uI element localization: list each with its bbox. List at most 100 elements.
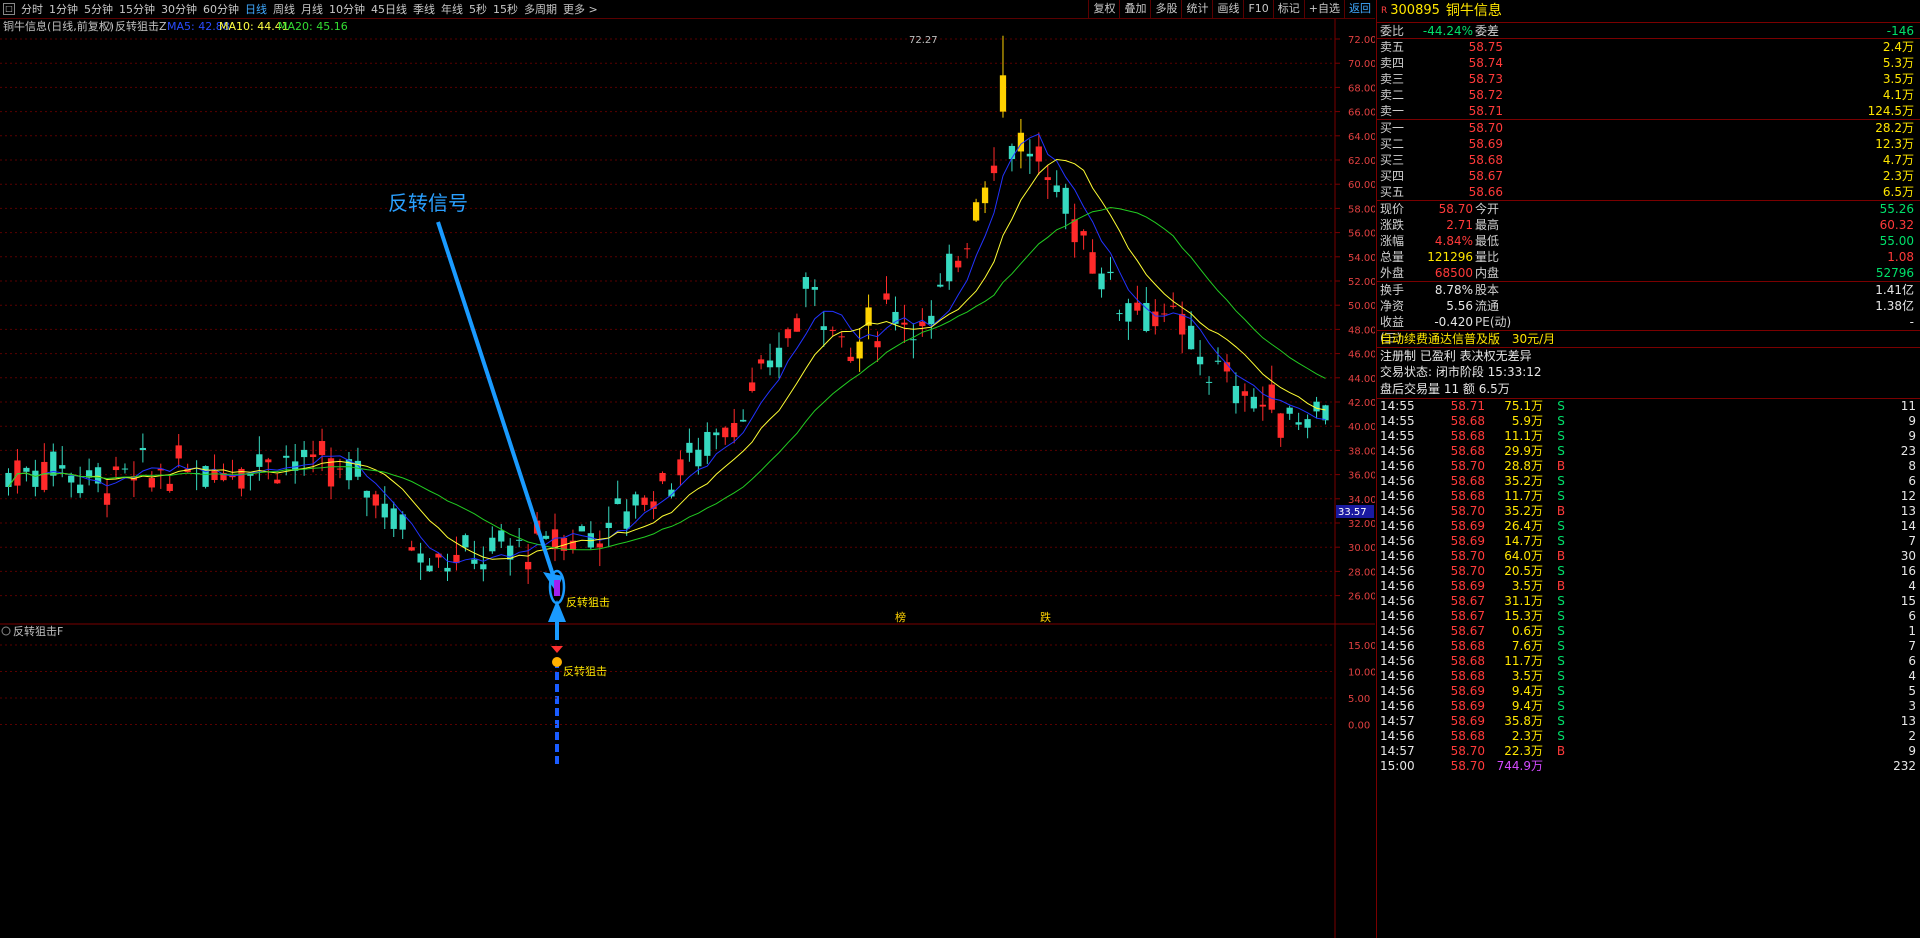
candle-body bbox=[713, 432, 720, 436]
tab-11[interactable]: 季线 bbox=[410, 1, 438, 17]
promo-row[interactable]: 自动续费通达信普及版 30元/月 bbox=[1377, 330, 1920, 347]
toolbar-button-2[interactable]: 多股 bbox=[1150, 0, 1181, 19]
candle-body bbox=[68, 475, 75, 483]
orderbook-row[interactable]: 卖二 58.72 4.1万 bbox=[1377, 87, 1920, 103]
quote-row: 总量 121296 量比 1.08 bbox=[1380, 250, 1914, 264]
quote-block: 现价 58.70 今开 55.26 涨跌 2.71 最高 60.32 涨幅 4.84% 最低 55.0… bbox=[1377, 200, 1920, 281]
candle-body bbox=[964, 248, 971, 250]
fund-row: 换手 8.78% 股本 1.41亿 bbox=[1380, 283, 1914, 297]
tab-9[interactable]: 10分钟 bbox=[326, 1, 368, 17]
tab-4[interactable]: 30分钟 bbox=[158, 1, 200, 17]
toolbar-button-5[interactable]: F10 bbox=[1243, 0, 1272, 19]
tick-row: 14:56 58.68 11.7万 S 12 bbox=[1380, 489, 1916, 503]
candle-body bbox=[1089, 252, 1096, 274]
candle-body bbox=[1232, 385, 1240, 404]
candle-body bbox=[103, 493, 111, 505]
candle-body bbox=[1143, 303, 1150, 331]
tab-3[interactable]: 15分钟 bbox=[116, 1, 158, 17]
toolbar-button-7[interactable]: +自选 bbox=[1303, 0, 1344, 19]
candle-body bbox=[596, 543, 603, 548]
tick-row: 14:57 58.69 35.8万 S 13 bbox=[1380, 714, 1916, 728]
candle-body bbox=[524, 561, 532, 570]
tick-row: 14:56 58.70 28.8万 B 8 bbox=[1380, 459, 1916, 473]
candle-body bbox=[641, 497, 648, 505]
tab-1[interactable]: 1分钟 bbox=[46, 1, 81, 17]
tick-row: 14:56 58.69 3.5万 B 4 bbox=[1380, 579, 1916, 593]
candle-body bbox=[1035, 146, 1042, 162]
candle-body bbox=[686, 442, 693, 453]
candle-body bbox=[265, 459, 272, 463]
tab-14[interactable]: 15秒 bbox=[490, 1, 521, 17]
candle-body bbox=[166, 483, 173, 491]
toolbar-button-8[interactable]: 返回 bbox=[1344, 0, 1375, 19]
candle-body bbox=[542, 535, 550, 539]
stock-header: R 300895 铜牛信息 bbox=[1377, 0, 1920, 22]
orderbook-row[interactable]: 买一 58.70 28.2万 bbox=[1377, 120, 1920, 136]
candle-body bbox=[704, 431, 711, 456]
price-tick: 26.00 bbox=[1348, 592, 1375, 603]
up-arrow-head bbox=[548, 600, 566, 622]
tick-list[interactable]: 14:55 58.71 75.1万 S 11 14:55 58.68 5.9万 S 9 14:55 5… bbox=[1377, 398, 1920, 774]
candle-body bbox=[32, 470, 39, 487]
candle-body bbox=[1187, 325, 1195, 350]
price-tick: 58.00 bbox=[1348, 204, 1375, 215]
candle-body bbox=[1116, 313, 1123, 315]
toolbar-button-4[interactable]: 画线 bbox=[1212, 0, 1243, 19]
marker-bang: 榜 bbox=[895, 610, 906, 624]
toolbar-button-1[interactable]: 叠加 bbox=[1119, 0, 1150, 19]
orderbook-row[interactable]: 卖一 58.71 124.5万 bbox=[1377, 103, 1920, 119]
signal-label-main: 反转狙击 bbox=[566, 595, 610, 609]
candle-body bbox=[793, 318, 801, 332]
tab-6[interactable]: 日线 bbox=[242, 1, 270, 17]
tick-row: 14:56 58.68 3.5万 S 4 bbox=[1380, 669, 1916, 683]
tab-7[interactable]: 周线 bbox=[270, 1, 298, 17]
tab-16[interactable]: 更多 > bbox=[560, 1, 601, 17]
orderbook-row[interactable]: 买四 58.67 2.3万 bbox=[1377, 168, 1920, 184]
orderbook-row[interactable]: 卖三 58.73 3.5万 bbox=[1377, 71, 1920, 87]
cursor-price: 33.57 bbox=[1338, 507, 1367, 518]
tick-row: 14:56 58.68 11.7万 S 6 bbox=[1380, 654, 1916, 668]
candle-body bbox=[605, 522, 612, 528]
tab-12[interactable]: 年线 bbox=[438, 1, 466, 17]
candle-body bbox=[1044, 177, 1051, 181]
high-price-label: 72.27 bbox=[909, 35, 938, 46]
candle-body bbox=[748, 382, 756, 391]
tick-row: 14:56 58.69 9.4万 S 5 bbox=[1380, 684, 1916, 698]
orderbook-row[interactable]: 买二 58.69 12.3万 bbox=[1377, 136, 1920, 152]
tab-5[interactable]: 60分钟 bbox=[200, 1, 242, 17]
toolbar-button-6[interactable]: 标记 bbox=[1272, 0, 1304, 19]
candle-body bbox=[874, 341, 881, 348]
quote-panel: R 300895 铜牛信息 委比 -44.24% 委差 -146 卖五 58.75… bbox=[1376, 0, 1920, 938]
tab-0[interactable]: 分时 bbox=[18, 1, 46, 17]
toolbar-button-3[interactable]: 统计 bbox=[1181, 0, 1212, 19]
sub-tick: 15.00 bbox=[1348, 641, 1375, 652]
candle-body bbox=[274, 479, 281, 484]
tab-10[interactable]: 45日线 bbox=[368, 1, 410, 17]
orderbook-row[interactable]: 买三 58.68 4.7万 bbox=[1377, 152, 1920, 168]
tab-13[interactable]: 5秒 bbox=[466, 1, 490, 17]
candle-body bbox=[309, 454, 317, 458]
orderbook-row[interactable]: 买五 58.66 6.5万 bbox=[1377, 184, 1920, 200]
signal-overlay bbox=[436, 221, 566, 765]
sub-indicator-toggle-icon[interactable] bbox=[1, 626, 11, 636]
orderbook-row[interactable]: 卖五 58.75 2.4万 bbox=[1377, 39, 1920, 55]
menu-square-icon[interactable]: □ bbox=[3, 3, 15, 15]
price-tick: 28.00 bbox=[1348, 567, 1375, 578]
candle-body bbox=[408, 547, 415, 551]
candle-body bbox=[489, 537, 496, 552]
price-tick: 52.00 bbox=[1348, 277, 1375, 288]
tab-8[interactable]: 月线 bbox=[298, 1, 326, 17]
tab-2[interactable]: 5分钟 bbox=[81, 1, 116, 17]
tick-row: 14:56 58.68 7.6万 S 7 bbox=[1380, 639, 1916, 653]
candle-body bbox=[1062, 187, 1069, 214]
toolbar-button-0[interactable]: 复权 bbox=[1088, 0, 1119, 19]
tick-row: 14:56 58.67 31.1万 S 15 bbox=[1380, 594, 1916, 608]
price-tick: 68.00 bbox=[1348, 83, 1375, 94]
tab-15[interactable]: 多周期 bbox=[521, 1, 560, 17]
price-tick: 46.00 bbox=[1348, 350, 1375, 361]
orderbook-row[interactable]: 卖四 58.74 5.3万 bbox=[1377, 55, 1920, 71]
candle-body bbox=[381, 503, 388, 518]
kline-chart-area[interactable]: 铜牛信息(日线,前复权) 反转狙击Z MA5: 42.88 MA10: 44.4… bbox=[0, 19, 1375, 938]
candle-body bbox=[363, 490, 370, 498]
candle-body bbox=[1080, 231, 1087, 236]
